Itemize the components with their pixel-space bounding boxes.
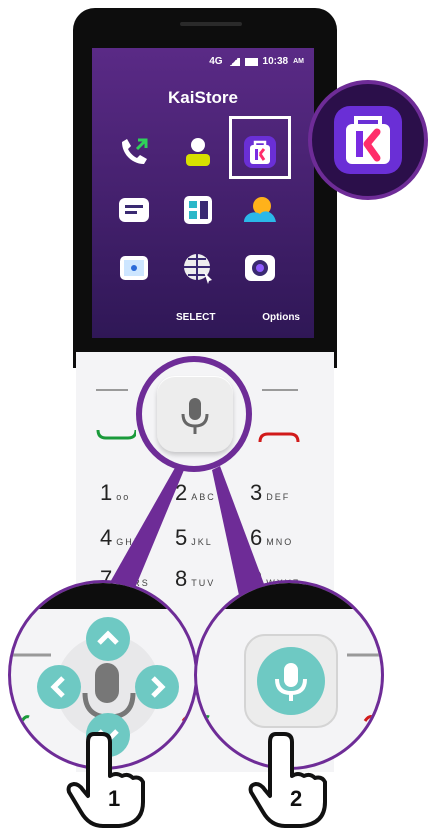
step-number-1: 1	[108, 786, 121, 811]
pointing-hand-icon	[66, 732, 145, 828]
step-number-2: 2	[290, 786, 303, 811]
pointing-hand-icon	[248, 732, 327, 828]
